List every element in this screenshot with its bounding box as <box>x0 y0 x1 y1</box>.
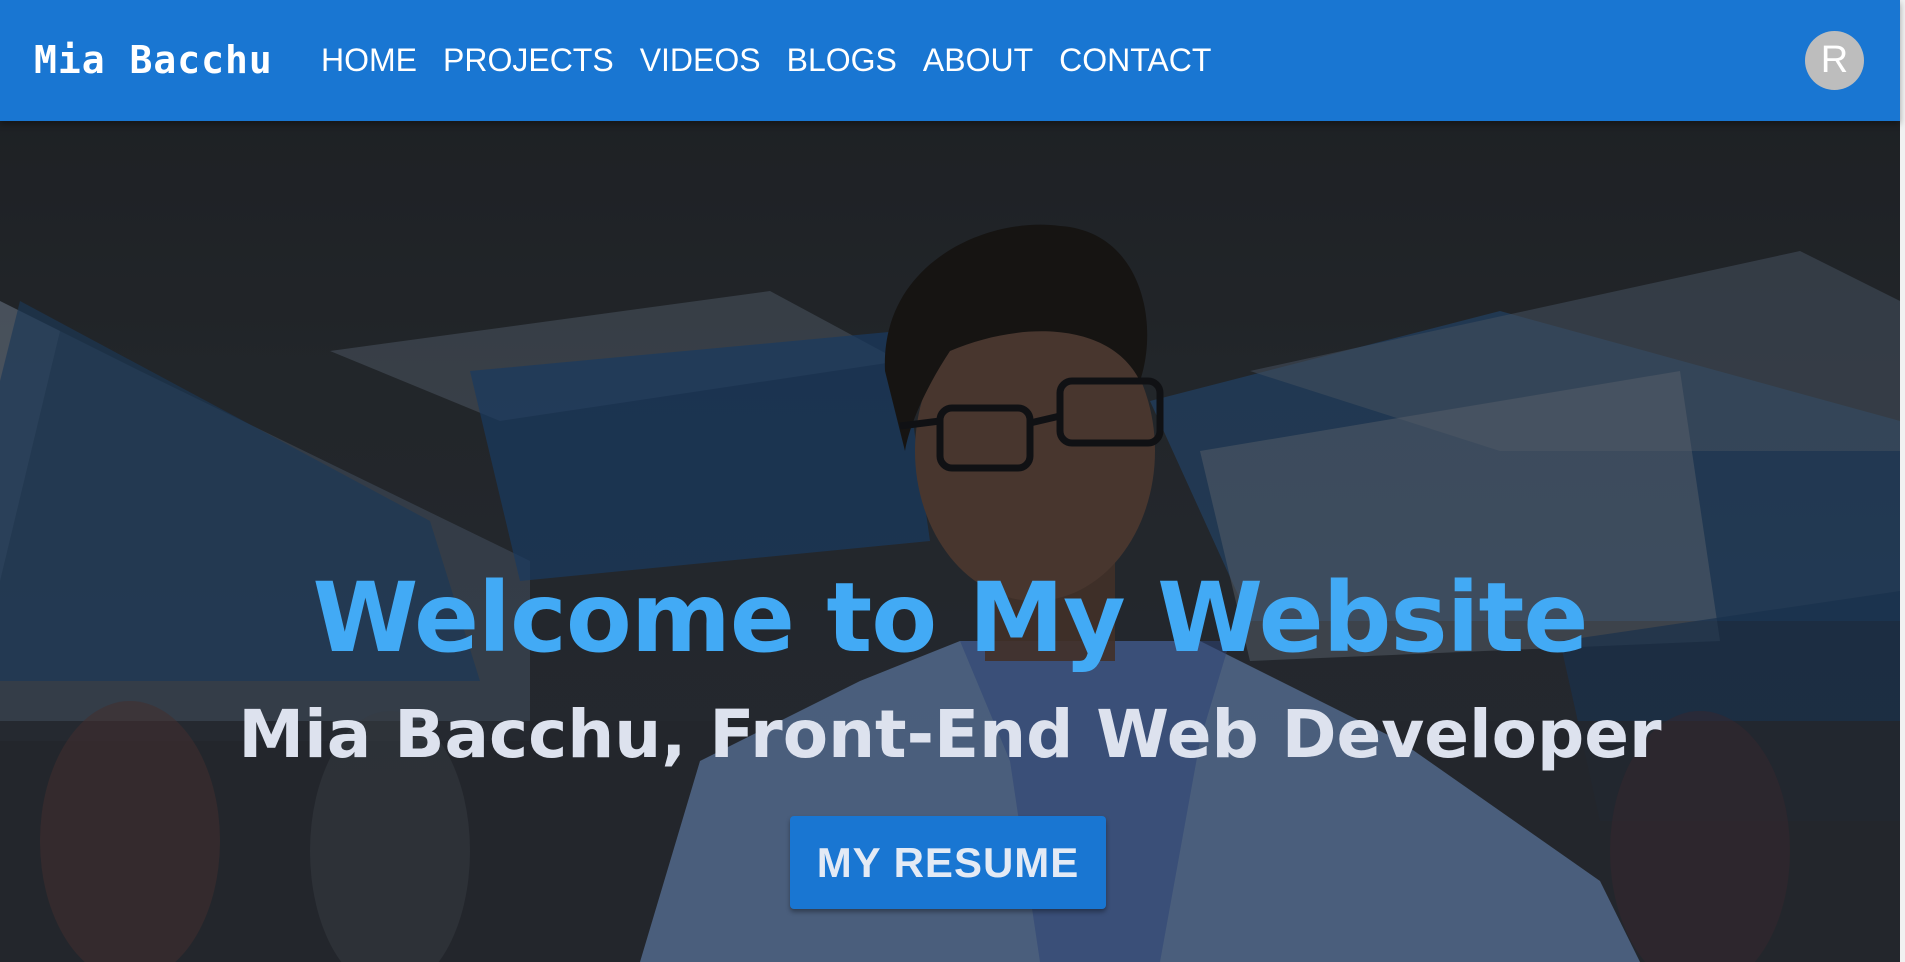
nav-link-videos[interactable]: VIDEOS <box>640 38 761 82</box>
hero-headline: Welcome to My Website <box>312 562 1588 674</box>
nav-link-about[interactable]: ABOUT <box>923 38 1033 82</box>
site-brand[interactable]: Mia Bacchu <box>34 36 273 84</box>
page: Mia Bacchu HOME PROJECTS VIDEOS BLOGS AB… <box>0 0 1905 962</box>
nav-links: HOME PROJECTS VIDEOS BLOGS ABOUT CONTACT <box>321 38 1237 82</box>
hero-section: Welcome to My Website Mia Bacchu, Front-… <box>0 121 1900 962</box>
page-scrollbar[interactable] <box>1900 0 1905 962</box>
hero-subheadline: Mia Bacchu, Front-End Web Developer <box>238 696 1662 773</box>
nav-link-contact[interactable]: CONTACT <box>1059 38 1211 82</box>
top-navbar: Mia Bacchu HOME PROJECTS VIDEOS BLOGS AB… <box>0 0 1900 121</box>
nav-link-projects[interactable]: PROJECTS <box>443 38 614 82</box>
nav-link-home[interactable]: HOME <box>321 38 417 82</box>
user-avatar[interactable]: R <box>1805 31 1864 90</box>
my-resume-button[interactable]: MY RESUME <box>790 816 1106 909</box>
nav-link-blogs[interactable]: BLOGS <box>787 38 897 82</box>
